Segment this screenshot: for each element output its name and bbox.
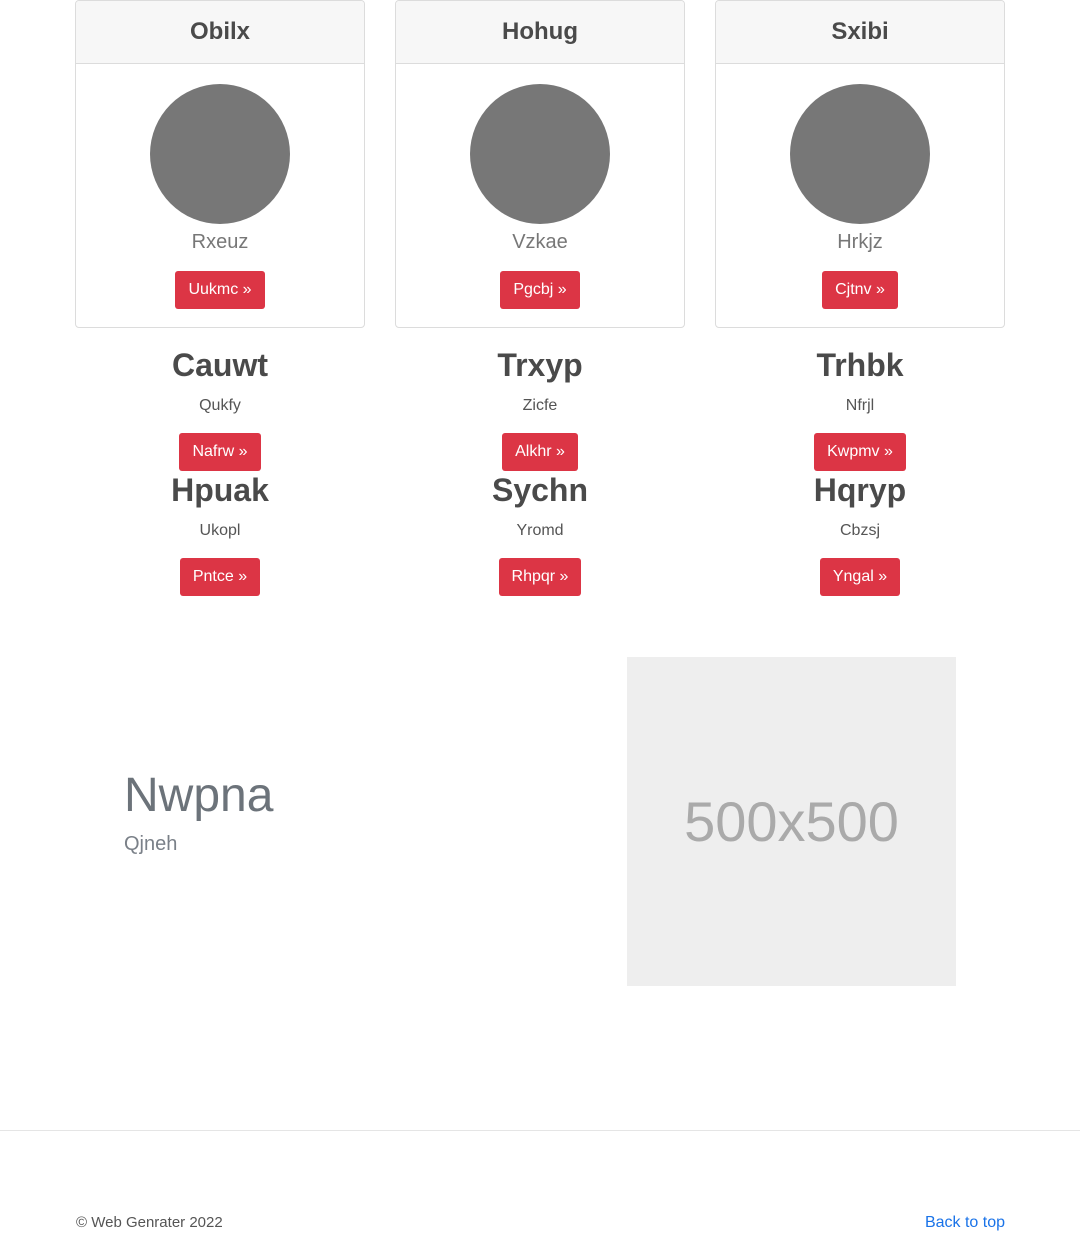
feature-button[interactable]: Kwpmv » — [814, 433, 906, 471]
feature-text: Cbzsj — [839, 522, 880, 539]
feature-column: Trhbk Nfrjl Kwpmv » — [715, 345, 1005, 471]
hero-subtitle: Qjneh — [124, 833, 178, 855]
avatar — [790, 84, 930, 224]
feature-button[interactable]: Nafrw » — [179, 433, 261, 471]
card-button[interactable]: Cjtnv » — [822, 271, 898, 309]
card-title: Sxibi — [716, 1, 1004, 64]
feature-column: Cauwt Qukfy Nafrw » — [75, 345, 365, 471]
feature-title: Hqryp — [813, 472, 907, 508]
hero-title: Nwpna — [124, 769, 274, 822]
footer-copyright: © Web Genrater 2022 — [76, 1214, 223, 1231]
feature-column: Sychn Yromd Rhpqr » — [395, 470, 685, 596]
feature-title: Cauwt — [172, 347, 268, 383]
feature-button[interactable]: Rhpqr » — [498, 558, 582, 596]
feature-title: Sychn — [491, 472, 589, 508]
card-button[interactable]: Pgcbj » — [500, 271, 580, 309]
card-title: Obilx — [76, 1, 364, 64]
feature-title: Trxyp — [497, 347, 583, 383]
feature-text: Qukfy — [199, 397, 241, 414]
card-subtitle: Hrkjz — [837, 231, 883, 253]
profile-card: Hohug Vzkae Pgcbj » — [395, 0, 685, 328]
feature-title: Hpuak — [171, 472, 269, 508]
footer-divider — [0, 1130, 1080, 1131]
feature-button[interactable]: Pntce » — [179, 558, 261, 596]
feature-text: Ukopl — [199, 522, 241, 539]
page: Obilx Rxeuz Uukmc » Hohug Vzkae Pgcbj » … — [0, 0, 1080, 1235]
feature-column: Trxyp Zicfe Alkhr » — [395, 345, 685, 471]
feature-text: Yromd — [516, 522, 564, 539]
card-subtitle: Rxeuz — [191, 231, 249, 253]
placeholder-image-label: 500x500 — [684, 790, 899, 853]
placeholder-image: 500x500 — [627, 657, 956, 986]
profile-card: Sxibi Hrkjz Cjtnv » — [715, 0, 1005, 328]
feature-column: Hqryp Cbzsj Yngal » — [715, 470, 1005, 596]
feature-column: Hpuak Ukopl Pntce » — [75, 470, 365, 596]
feature-title: Trhbk — [816, 347, 904, 383]
avatar — [150, 84, 290, 224]
avatar — [470, 84, 610, 224]
profile-card: Obilx Rxeuz Uukmc » — [75, 0, 365, 328]
card-title: Hohug — [396, 1, 684, 64]
feature-text: Nfrjl — [845, 397, 875, 414]
card-subtitle: Vzkae — [512, 231, 568, 253]
feature-text: Zicfe — [522, 397, 558, 414]
feature-button[interactable]: Alkhr » — [502, 433, 578, 471]
card-button[interactable]: Uukmc » — [175, 271, 265, 309]
back-to-top-link[interactable]: Back to top — [925, 1213, 1005, 1233]
feature-button[interactable]: Yngal » — [819, 558, 901, 596]
